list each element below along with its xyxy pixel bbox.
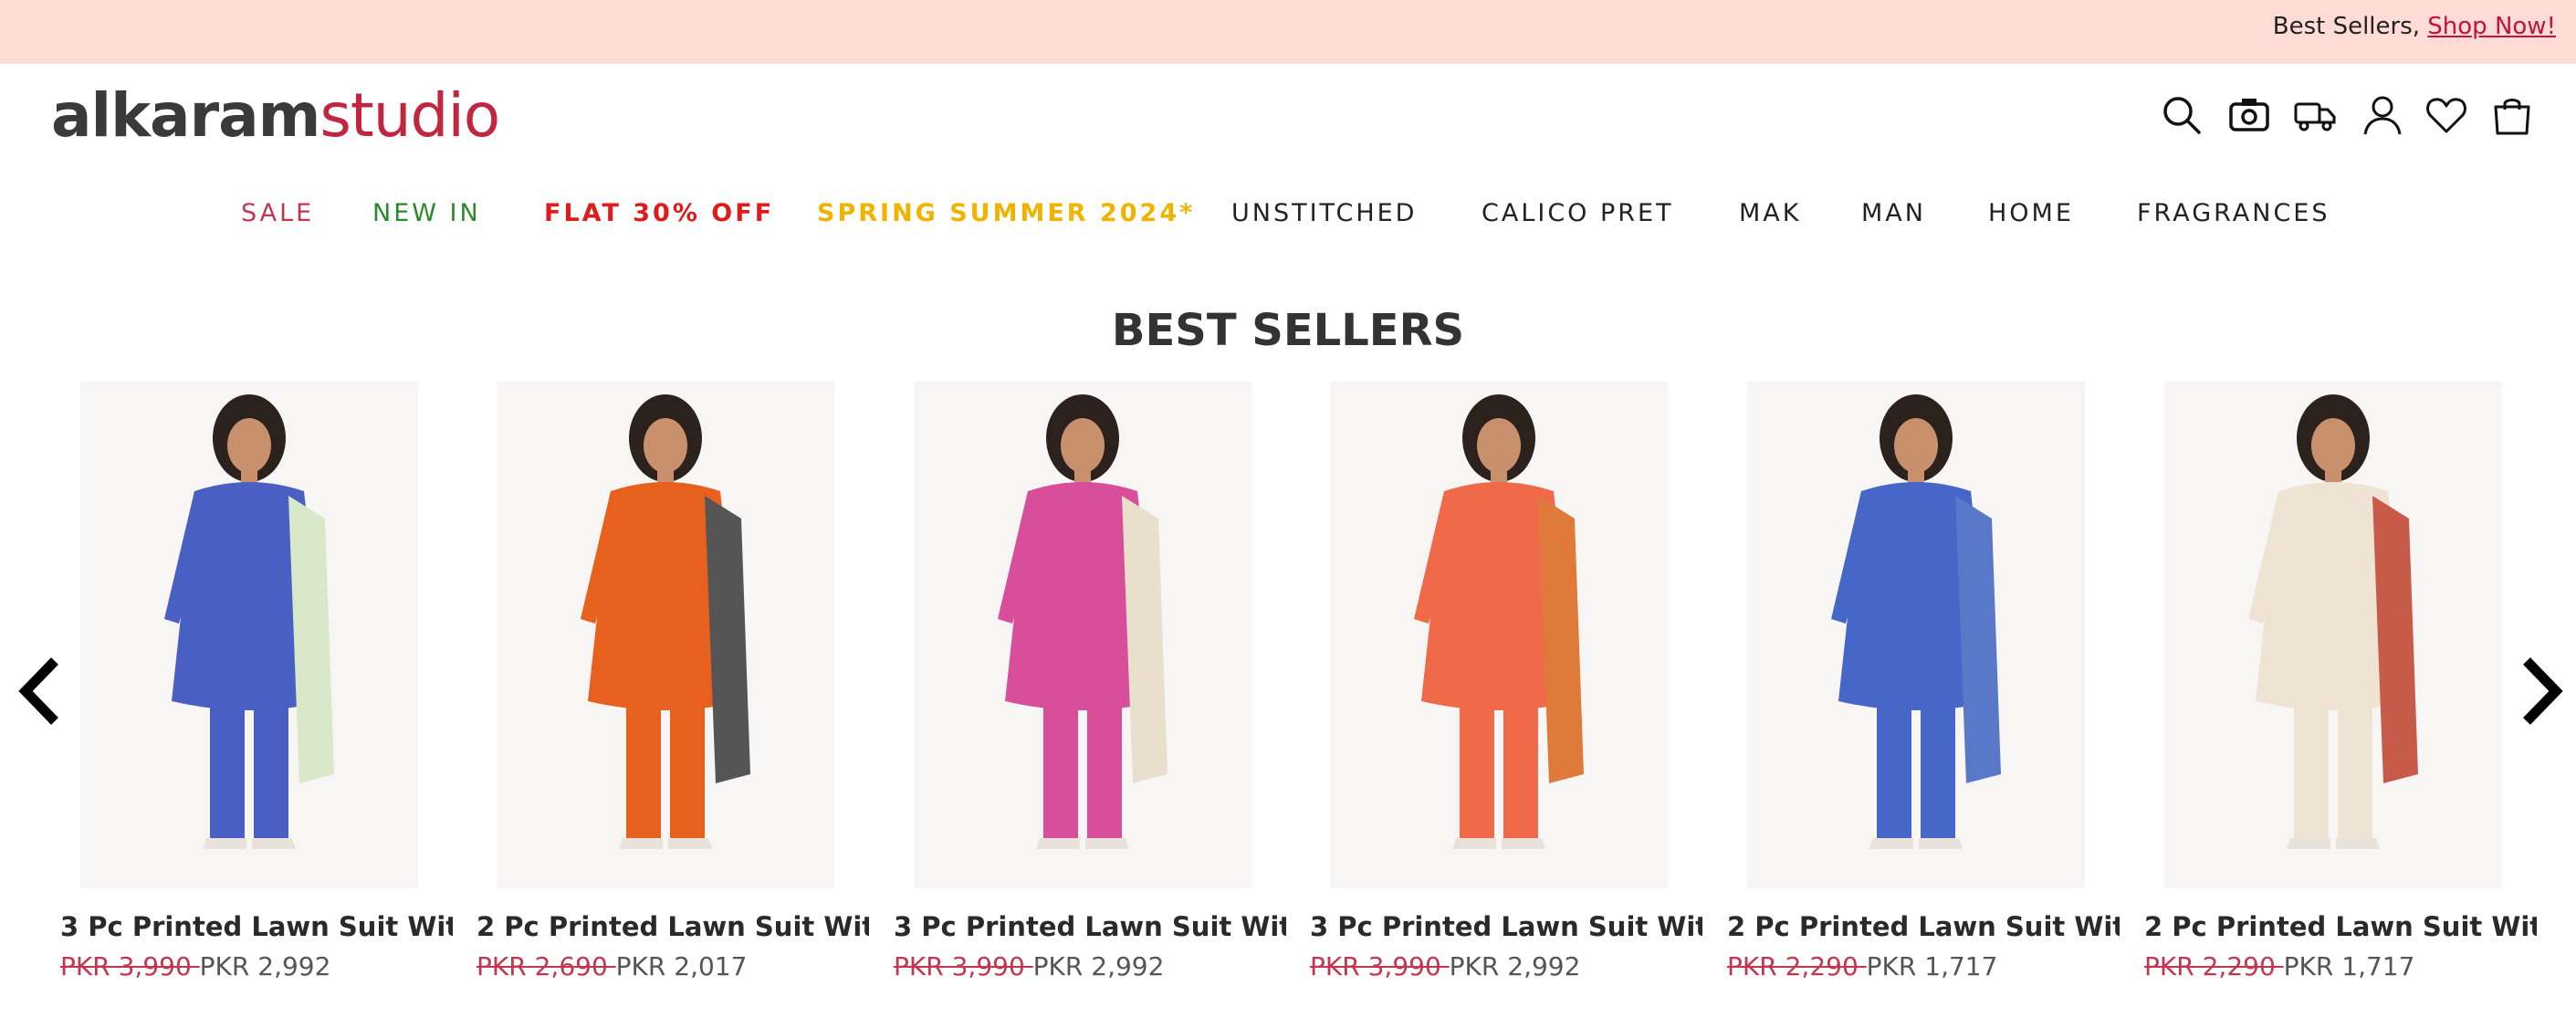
product-old-price: PKR 2,690 xyxy=(476,951,616,981)
camera-icon[interactable] xyxy=(2227,93,2271,137)
product-card[interactable]: 2 Pc Printed Lawn Suit With PKR 2,690 PKR… xyxy=(476,382,869,1002)
product-old-price: PKR 2,290 xyxy=(2144,951,2284,981)
promo-label: Best Sellers, xyxy=(2272,13,2428,40)
product-card[interactable]: 2 Pc Printed Lawn Suit With PKR 2,290 PKR… xyxy=(2144,382,2537,1002)
product-image[interactable] xyxy=(1747,382,2085,888)
nav-item-man[interactable]: MAN xyxy=(1861,199,1926,227)
product-image[interactable] xyxy=(497,382,834,888)
product-prices: PKR 2,290 PKR 1,717 xyxy=(1727,951,1997,981)
truck-icon[interactable] xyxy=(2293,93,2337,137)
product-prices: PKR 3,990 PKR 2,992 xyxy=(60,951,330,981)
section-title: BEST SELLERS xyxy=(1111,305,1465,356)
product-prices: PKR 3,990 PKR 2,992 xyxy=(1310,951,1580,981)
product-sale-price: PKR 2,992 xyxy=(1449,951,1581,981)
nav-item-spring-summer-2024[interactable]: SPRING SUMMER 2024* xyxy=(817,199,1195,227)
product-sale-price: PKR 2,992 xyxy=(199,951,331,981)
product-prices: PKR 2,290 PKR 1,717 xyxy=(2144,951,2414,981)
product-name[interactable]: 2 Pc Printed Lawn Suit With xyxy=(476,911,869,942)
product-old-price: PKR 2,290 xyxy=(1727,951,1867,981)
nav-item-unstitched[interactable]: UNSTITCHED xyxy=(1231,199,1417,227)
product-old-price: PKR 3,990 xyxy=(60,951,200,981)
product-old-price: PKR 3,990 xyxy=(894,951,1033,981)
nav-item-home[interactable]: HOME xyxy=(1988,199,2074,227)
product-card[interactable]: 3 Pc Printed Lawn Suit With PKR 3,990 PKR… xyxy=(894,382,1286,1002)
logo[interactable]: alkaramstudio xyxy=(51,80,500,151)
product-sale-price: PKR 1,717 xyxy=(1866,951,1998,981)
nav-item-flat-30-off[interactable]: FLAT 30% OFF xyxy=(544,199,774,227)
product-card[interactable]: 2 Pc Printed Lawn Suit With PKR 2,290 PKR… xyxy=(1727,382,2120,1002)
nav-item-fragrances[interactable]: FRAGRANCES xyxy=(2137,199,2330,227)
nav-item-sale[interactable]: SALE xyxy=(241,199,314,227)
product-sale-price: PKR 2,992 xyxy=(1032,951,1165,981)
product-image[interactable] xyxy=(1330,382,1668,888)
product-sale-price: PKR 2,017 xyxy=(615,951,748,981)
logo-part-alkaram: alkaram xyxy=(51,80,320,151)
product-prices: PKR 3,990 PKR 2,992 xyxy=(894,951,1164,981)
logo-part-studio: studio xyxy=(319,80,500,151)
announcement-bar: Best Sellers, Shop Now! xyxy=(0,0,2576,64)
product-name[interactable]: 3 Pc Printed Lawn Suit With xyxy=(1310,911,1702,942)
nav-item-calico-pret[interactable]: CALICO PRET xyxy=(1482,199,1674,227)
promo-text: Best Sellers, Shop Now! xyxy=(2273,13,2556,40)
user-icon[interactable] xyxy=(2361,93,2404,137)
nav-item-new-in[interactable]: NEW IN xyxy=(372,199,481,227)
product-name[interactable]: 2 Pc Printed Lawn Suit With xyxy=(1727,911,2120,942)
heart-icon[interactable] xyxy=(2424,93,2468,137)
product-sale-price: PKR 1,717 xyxy=(2283,951,2415,981)
shop-now-link[interactable]: Shop Now! xyxy=(2427,13,2556,40)
product-old-price: PKR 3,990 xyxy=(1310,951,1450,981)
nav-item-mak[interactable]: MAK xyxy=(1739,199,1801,227)
main-nav: SALE NEW IN FLAT 30% OFF SPRING SUMMER 2… xyxy=(0,199,2576,236)
product-name[interactable]: 2 Pc Printed Lawn Suit With xyxy=(2144,911,2537,942)
shopping-bag-icon[interactable] xyxy=(2490,93,2534,137)
product-name[interactable]: 3 Pc Printed Lawn Suit With xyxy=(60,911,453,942)
search-icon[interactable] xyxy=(2160,93,2204,137)
product-image[interactable] xyxy=(80,382,418,888)
product-image[interactable] xyxy=(2164,382,2502,888)
product-prices: PKR 2,690 PKR 2,017 xyxy=(476,951,747,981)
product-image[interactable] xyxy=(914,382,1251,888)
product-name[interactable]: 3 Pc Printed Lawn Suit With xyxy=(894,911,1286,942)
product-card[interactable]: 3 Pc Printed Lawn Suit With PKR 3,990 PKR… xyxy=(1310,382,1702,1002)
header-icons xyxy=(2154,93,2538,141)
product-card[interactable]: 3 Pc Printed Lawn Suit With PKR 3,990 PKR… xyxy=(60,382,453,1002)
